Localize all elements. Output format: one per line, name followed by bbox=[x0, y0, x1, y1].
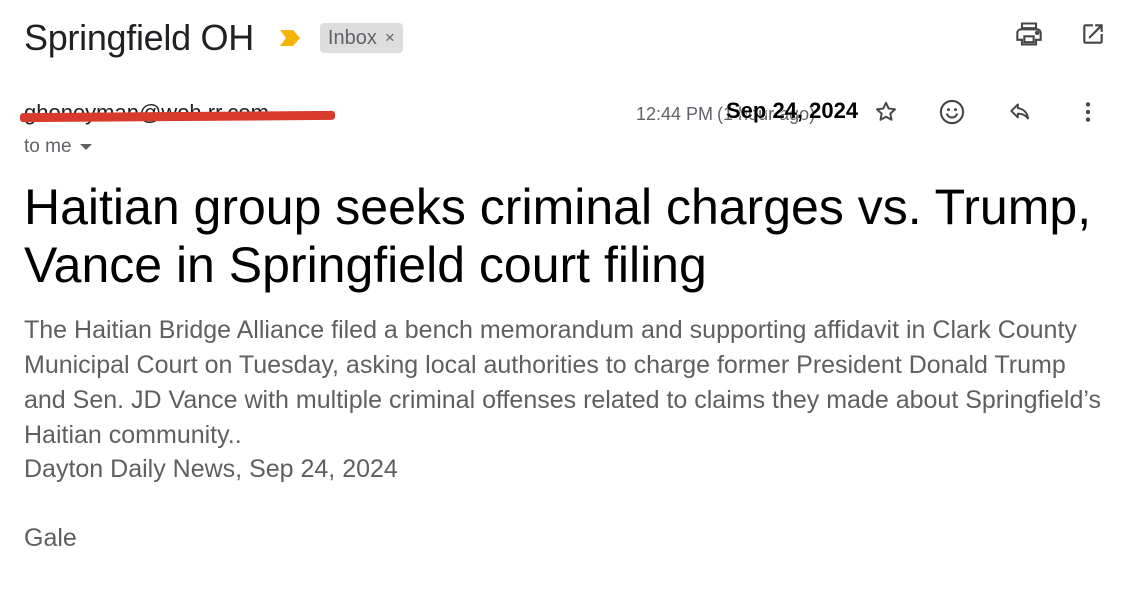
print-icon[interactable] bbox=[1015, 20, 1043, 48]
article-source: Dayton Daily News, Sep 24, 2024 bbox=[24, 455, 398, 483]
article-headline: Haitian group seeks criminal charges vs.… bbox=[24, 179, 1092, 293]
more-options-icon[interactable] bbox=[1074, 98, 1102, 126]
message-timestamp: 12:44 PM (1 hour ago) Sep 24, 2024 bbox=[636, 98, 858, 130]
message-header: ghoneyman@woh.rr.com 12:44 PM (1 hour ag… bbox=[19, 96, 1104, 132]
label-chip-inbox: Inbox × bbox=[319, 23, 403, 53]
thread-actions bbox=[1015, 20, 1107, 48]
label-chip-text: Inbox bbox=[327, 26, 377, 49]
chevron-down-icon[interactable] bbox=[79, 144, 92, 150]
redaction-strike bbox=[19, 110, 336, 123]
email-subject: Springfield OH bbox=[24, 17, 254, 58]
message-actions bbox=[872, 98, 1102, 126]
importance-marker-icon[interactable] bbox=[278, 28, 302, 48]
star-icon[interactable] bbox=[872, 98, 900, 126]
reply-icon[interactable] bbox=[1006, 98, 1034, 126]
open-in-new-window-icon[interactable] bbox=[1079, 20, 1107, 48]
emoji-reaction-icon[interactable] bbox=[938, 98, 966, 126]
recipient-line: to me bbox=[24, 136, 92, 158]
message-time: 12:44 PM bbox=[636, 103, 714, 124]
email-signature: Gale bbox=[24, 524, 77, 552]
date-overlay-text: Sep 24, 2024 bbox=[726, 98, 859, 123]
subject-row: Springfield OH Inbox × bbox=[24, 14, 403, 62]
remove-label-button[interactable]: × bbox=[385, 28, 395, 48]
article-summary: The Haitian Bridge Alliance filed a benc… bbox=[24, 316, 1101, 449]
recipient-text: to me bbox=[24, 136, 72, 157]
